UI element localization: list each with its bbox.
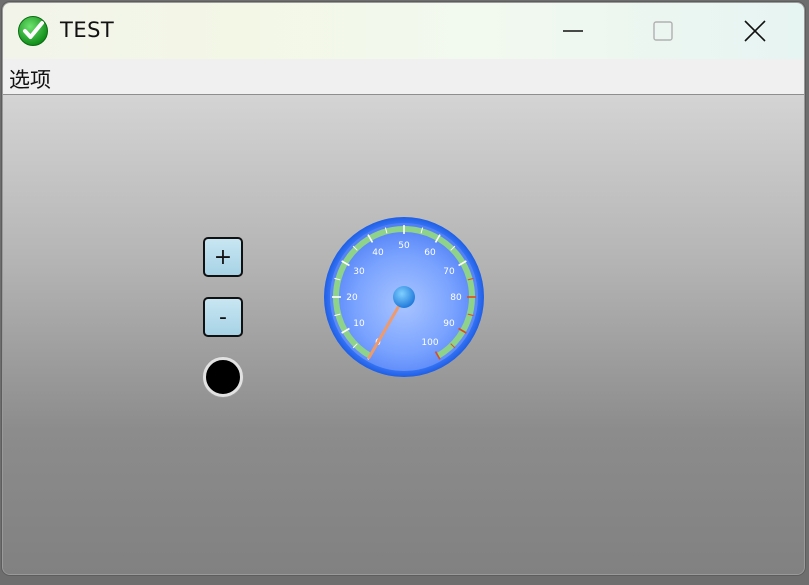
- maximize-button[interactable]: [617, 3, 709, 59]
- title-bar[interactable]: TEST: [3, 3, 804, 59]
- gauge-tick-label: 20: [346, 293, 358, 303]
- gauge-tick-label: 70: [443, 267, 455, 277]
- client-area: + - 01: [3, 95, 804, 574]
- close-icon: [744, 20, 766, 42]
- maximize-icon: [653, 21, 673, 41]
- status-indicator: [203, 357, 243, 397]
- green-check-icon: [18, 16, 48, 46]
- minimize-button[interactable]: [527, 3, 619, 59]
- gauge-tick-label: 10: [353, 319, 365, 329]
- gauge-tick-label: 60: [424, 248, 436, 258]
- gauge-tick-label: 90: [443, 319, 455, 329]
- gauge-hub: [393, 286, 415, 308]
- gauge-tick-label: 100: [421, 338, 438, 348]
- decrease-button[interactable]: -: [203, 297, 243, 337]
- increase-button[interactable]: +: [203, 237, 243, 277]
- app-window: TEST 选项 + - 10 20 30 40 50 60 70 80 90 1…: [2, 2, 805, 575]
- speed-gauge: 0102030405060708090100: [324, 217, 484, 377]
- gauge-tick-label: 80: [450, 293, 462, 303]
- minimize-icon: [563, 30, 583, 32]
- window-title: TEST: [60, 18, 115, 42]
- menu-bar: 选项: [3, 59, 804, 95]
- gauge-tick-label: 30: [353, 267, 365, 277]
- menu-item-options[interactable]: 选项: [9, 64, 51, 94]
- gauge-tick-label: 40: [372, 248, 384, 258]
- gauge-tick-label: 50: [398, 241, 410, 251]
- close-button[interactable]: [709, 3, 801, 59]
